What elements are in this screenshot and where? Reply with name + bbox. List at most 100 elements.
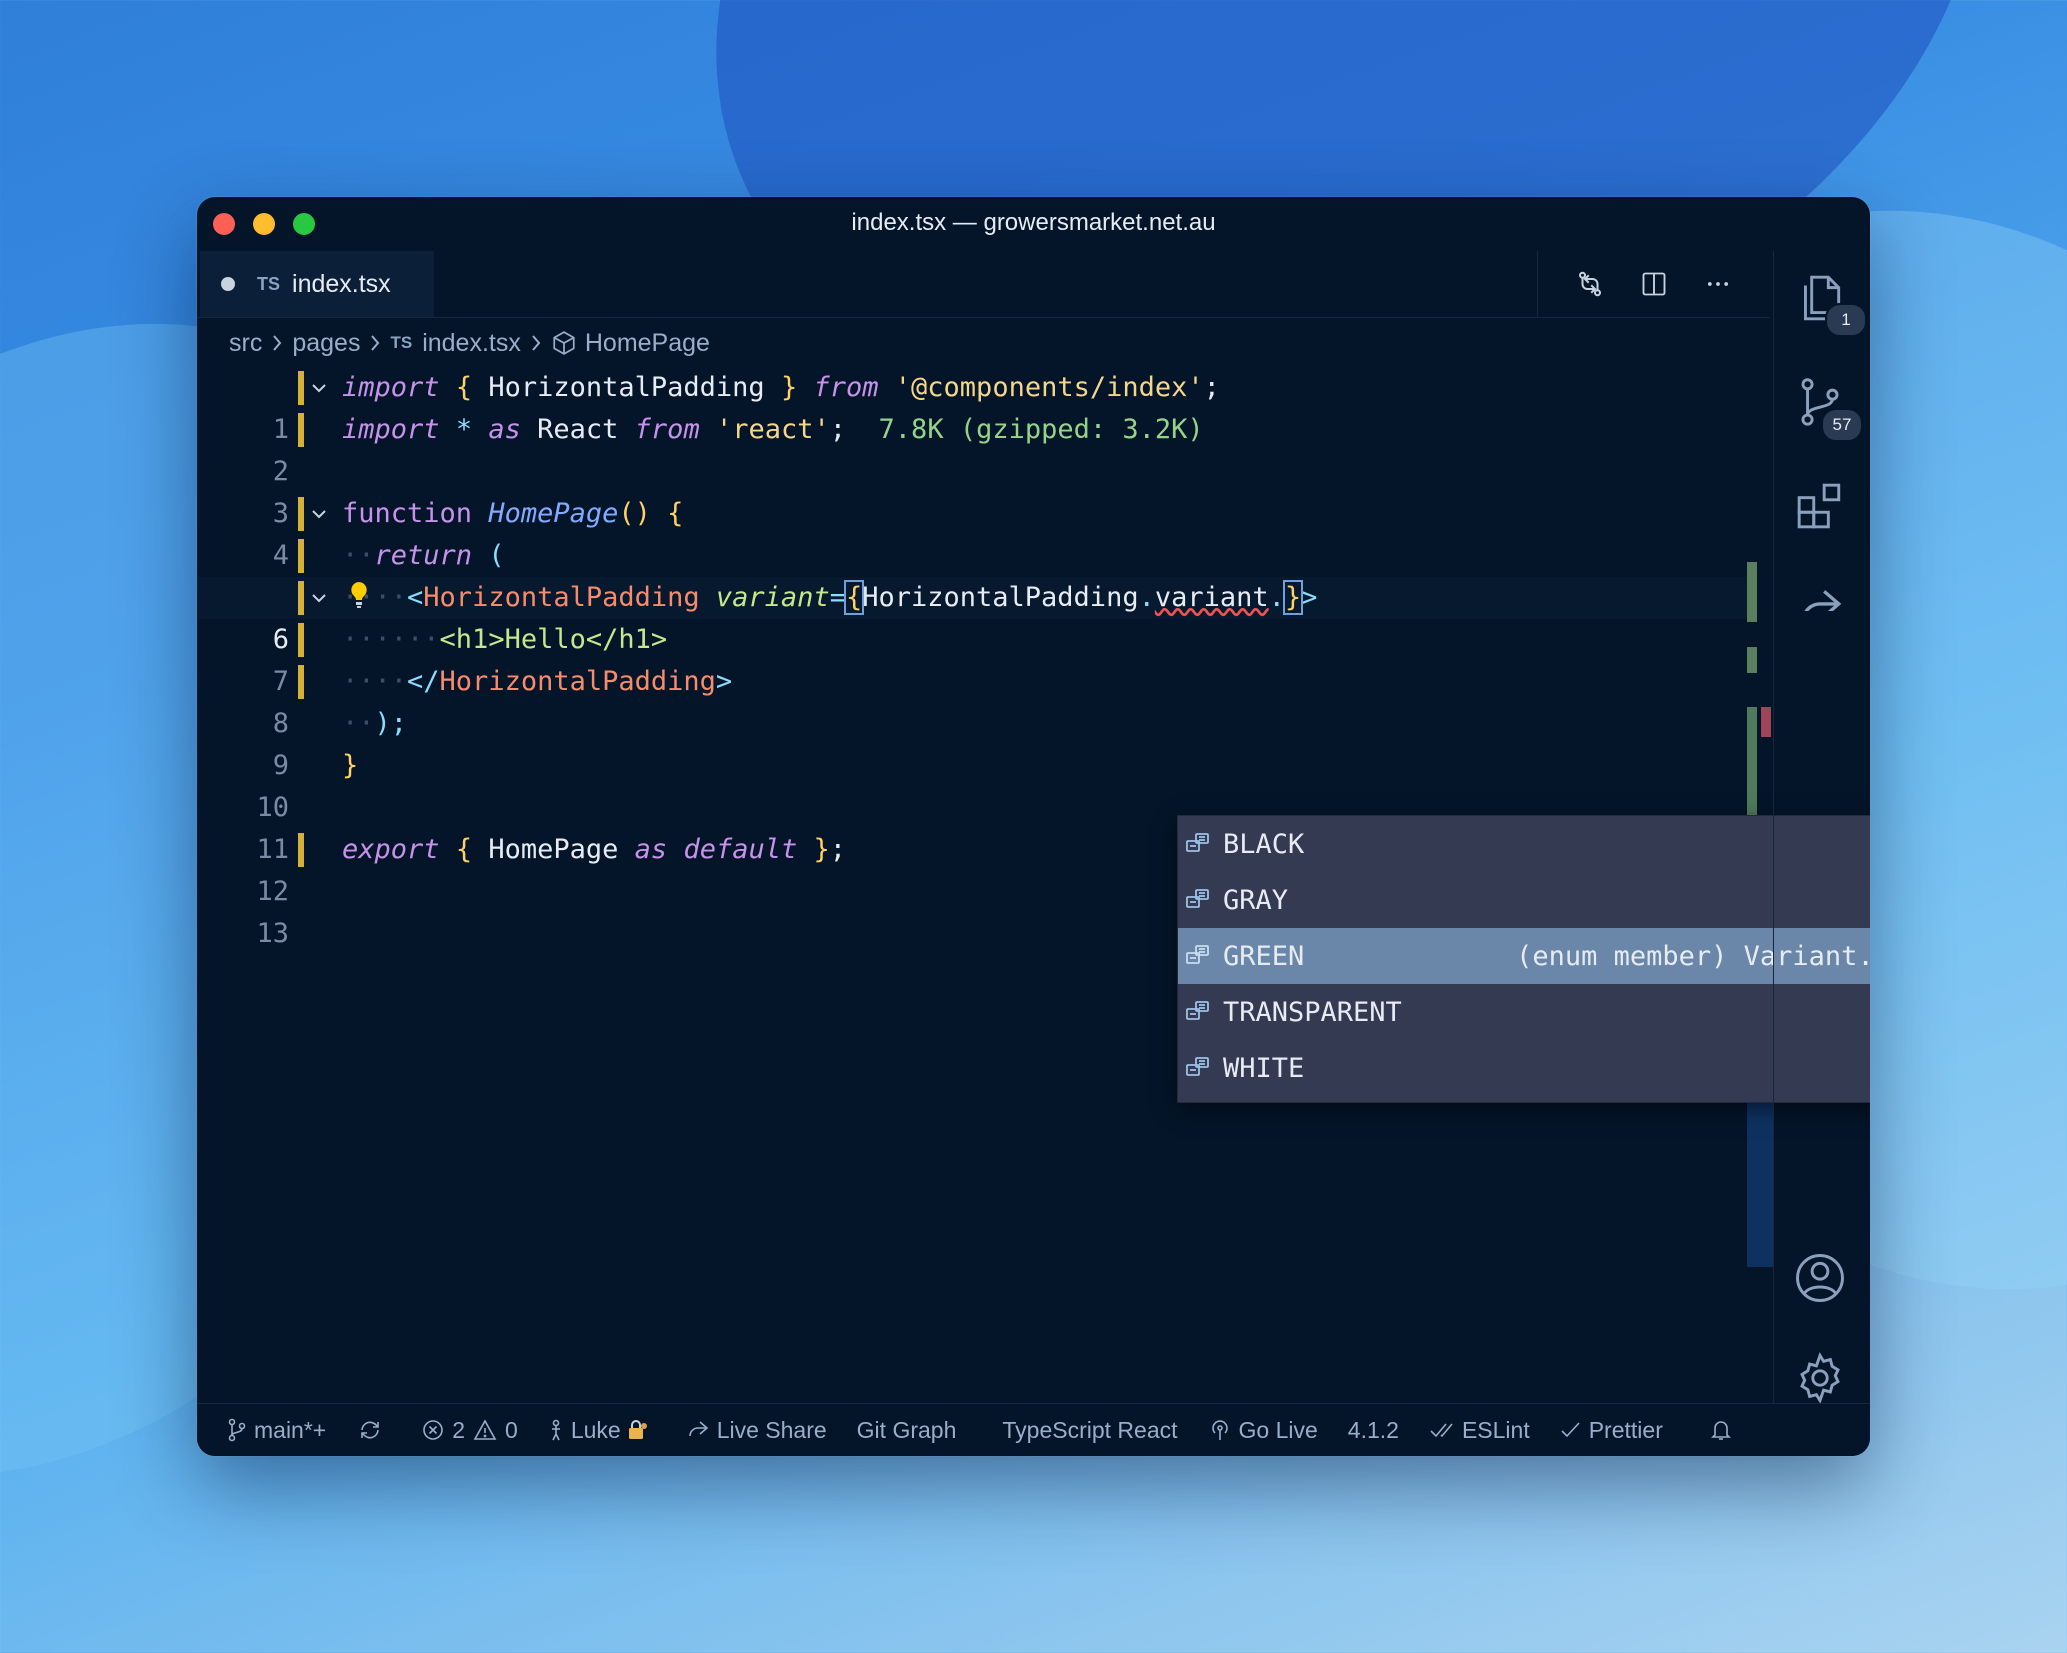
double-check-icon: [1430, 1423, 1453, 1438]
activity-bar: 1 57: [1773, 251, 1870, 1404]
fold-chevron-icon[interactable]: [307, 493, 331, 535]
identifier: HorizontalPadding: [862, 582, 1139, 613]
more-actions-icon[interactable]: [1696, 262, 1740, 306]
fold-chevron-icon[interactable]: [307, 577, 331, 619]
unsaved-dot-icon[interactable]: [221, 277, 235, 291]
identifier: HomePage: [488, 834, 619, 865]
explorer-badge: 1: [1825, 303, 1867, 337]
breadcrumb-symbol[interactable]: HomePage: [585, 329, 710, 358]
suggestion-item[interactable]: GRAY: [1178, 872, 1870, 928]
fold-chevron-icon[interactable]: [307, 367, 331, 409]
keyword: as: [488, 414, 521, 445]
prettier-status[interactable]: Prettier: [1560, 1417, 1663, 1444]
code-text: export { HomePage as default };: [342, 829, 846, 871]
code-line[interactable]: 2 import * as React from 'react'; 7.8K (…: [197, 409, 1747, 487]
split-editor-icon[interactable]: [1632, 262, 1676, 306]
code-line[interactable]: 4 function HomePage() {: [197, 493, 1747, 571]
code-line[interactable]: 7 ······<h1>Hello</h1>: [197, 619, 1747, 697]
suggestion-label: TRANSPARENT: [1223, 996, 1402, 1028]
notifications-status[interactable]: [1709, 1417, 1740, 1443]
user-status[interactable]: Luke: [548, 1417, 656, 1444]
tag-bracket: <: [407, 582, 424, 613]
explorer-icon[interactable]: 1: [1795, 271, 1867, 337]
suggestion-label: GREEN: [1223, 940, 1305, 972]
code-line[interactable]: 5 ··return (: [197, 535, 1747, 613]
keyword: from: [813, 372, 879, 403]
code-text: ··return (: [342, 535, 505, 577]
suggestion-item-selected[interactable]: GREEN (enum member) Variant.GREEN = 1: [1178, 928, 1870, 984]
suggestion-item[interactable]: BLACK: [1178, 816, 1870, 872]
minimap-mark: [1747, 707, 1757, 817]
source-control-icon[interactable]: 57: [1795, 376, 1863, 442]
accounts-icon[interactable]: [1793, 1251, 1847, 1305]
suggestion-widget[interactable]: BLACK GRAY GREEN (enum member) Variant.G…: [1177, 815, 1870, 1103]
keyword: from: [634, 414, 700, 445]
git-graph-status[interactable]: Git Graph: [857, 1417, 957, 1444]
settings-gear-icon[interactable]: [1793, 1351, 1847, 1405]
divider: [1537, 251, 1538, 317]
problems-status[interactable]: 2 0: [421, 1417, 518, 1444]
tag-bracket: >: [715, 666, 733, 697]
eslint-status[interactable]: ESLint: [1429, 1417, 1530, 1444]
operator: *: [455, 414, 473, 445]
git-branch-icon: [228, 1418, 246, 1442]
bell-icon: [1710, 1421, 1731, 1440]
line-number: 13: [256, 918, 289, 949]
branch-name: main*+: [254, 1416, 327, 1443]
chevron-right-icon: [529, 333, 543, 353]
breadcrumb: src pages TS index.tsx HomePage: [229, 325, 710, 361]
suggestion-item[interactable]: WHITE: [1178, 1040, 1870, 1096]
extensions-icon[interactable]: [1795, 481, 1849, 535]
code-text: function HomePage() {: [342, 493, 683, 535]
error-icon: [423, 1420, 444, 1440]
editor-window: index.tsx — growersmarket.net.au TS inde…: [197, 197, 1870, 1456]
live-share-icon: [688, 1421, 708, 1437]
code-line[interactable]: 1 import { HorizontalPadding } from '@co…: [197, 367, 1747, 445]
prettier-label: Prettier: [1588, 1416, 1663, 1443]
check-icon: [1561, 1422, 1580, 1438]
tab-index-tsx[interactable]: TS index.tsx: [200, 251, 434, 317]
go-live-status[interactable]: Go Live: [1208, 1417, 1318, 1444]
git-modified-marker: [298, 497, 304, 531]
sync-icon: [361, 1421, 380, 1439]
keyword: export: [342, 834, 440, 865]
keyword: return: [374, 540, 473, 571]
code-text: import * as React from 'react'; 7.8K (gz…: [342, 409, 1204, 451]
live-share-icon[interactable]: [1795, 581, 1849, 611]
breadcrumb-pages[interactable]: pages: [292, 329, 360, 358]
code-line[interactable]: 3: [197, 451, 1747, 529]
jsx-tag: HorizontalPadding: [439, 666, 716, 697]
typescript-version-status[interactable]: 4.1.2: [1348, 1417, 1399, 1444]
git-modified-marker: [298, 413, 304, 447]
branch-status[interactable]: main*+: [227, 1417, 326, 1444]
punctuation: ;: [829, 834, 847, 865]
open-changes-icon[interactable]: [1568, 262, 1612, 306]
code-line-current[interactable]: 6 ····<HorizontalPadding variant={Horizo…: [197, 577, 1747, 655]
brace: }: [342, 750, 359, 781]
git-modified-marker: [298, 539, 304, 573]
paren: (: [488, 540, 505, 571]
breadcrumb-src[interactable]: src: [229, 329, 262, 358]
parens: (): [618, 498, 651, 529]
string: '@components/index': [894, 372, 1204, 403]
eslint-label: ESLint: [1461, 1416, 1530, 1443]
language-mode-status[interactable]: TypeScript React: [1002, 1417, 1177, 1444]
code-line[interactable]: 10 }: [197, 745, 1747, 823]
editor-actions: [1537, 251, 1770, 317]
git-graph-label: Git Graph: [856, 1416, 957, 1443]
live-share-status[interactable]: Live Share: [686, 1417, 827, 1444]
enum-member-icon: [1185, 831, 1211, 857]
brace: }: [780, 372, 798, 403]
code-line[interactable]: 8 ····</HorizontalPadding>: [197, 661, 1747, 739]
git-modified-marker: [298, 581, 304, 615]
suggestion-item[interactable]: TRANSPARENT: [1178, 984, 1870, 1040]
tab-label: index.tsx: [292, 269, 391, 298]
breadcrumb-file[interactable]: index.tsx: [422, 329, 521, 358]
jsx-element: <h1>Hello</h1>: [439, 624, 668, 655]
identifier: React: [537, 414, 619, 445]
warning-count: 0: [505, 1416, 518, 1443]
lock-key-icon: [628, 1420, 647, 1439]
code-line[interactable]: 9 ··);: [197, 703, 1747, 781]
brace: }: [1282, 580, 1304, 615]
sync-status[interactable]: [356, 1418, 391, 1442]
